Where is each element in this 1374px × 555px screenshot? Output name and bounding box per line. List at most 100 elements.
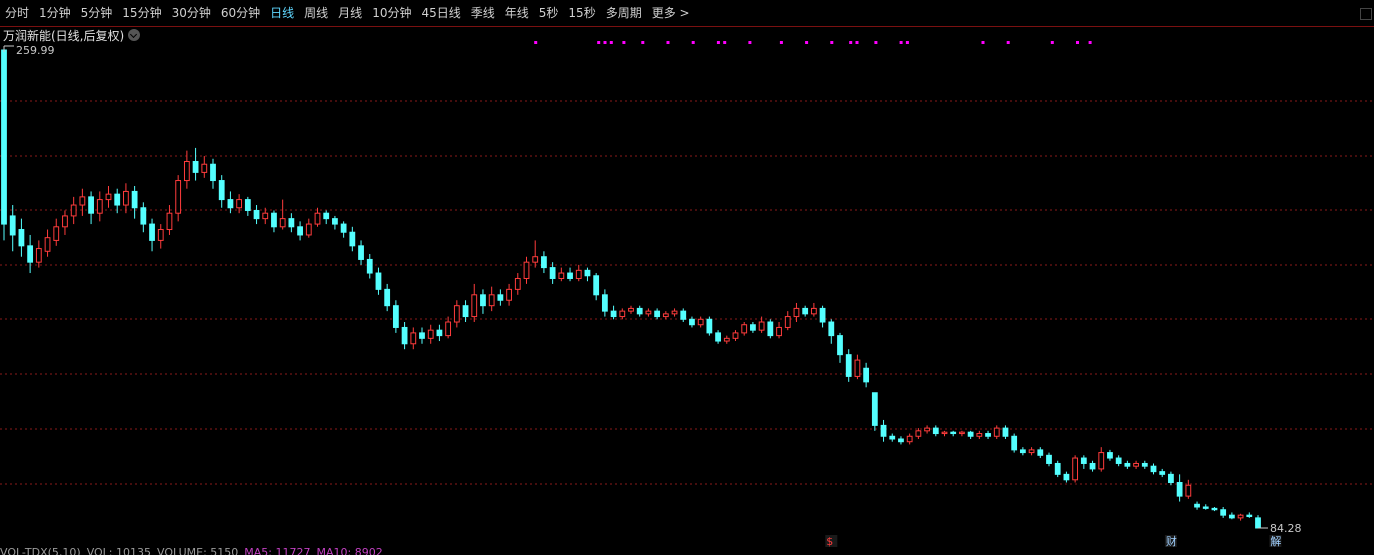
candle-body-36	[314, 212, 321, 225]
candle-body-46	[401, 326, 408, 345]
candle-body-95	[828, 321, 835, 337]
indicator-3: MA5: 11727	[244, 546, 311, 555]
candle-body-120	[1046, 454, 1052, 464]
candle-body-8	[70, 204, 77, 217]
candle-body-141	[1228, 514, 1235, 519]
signal-dot-14	[849, 41, 853, 44]
candlestick-chart[interactable]: 259.9984.28$ 财解	[0, 0, 1374, 555]
candle-body-65	[567, 272, 573, 279]
candle-body-85	[741, 324, 748, 334]
candle-body-144	[1255, 517, 1261, 529]
signal-dot-13	[830, 41, 834, 44]
candle-body-135	[1176, 482, 1183, 497]
signal-dot-7	[691, 41, 695, 44]
signal-dot-0	[534, 41, 538, 44]
candle-body-90	[784, 316, 791, 328]
candle-body-16	[140, 207, 147, 225]
candle-body-86	[750, 324, 756, 331]
candle-body-110	[959, 431, 965, 435]
candle-body-131	[1141, 462, 1148, 467]
candle-body-127	[1107, 452, 1113, 459]
candle-body-34	[297, 226, 303, 236]
candle-body-74	[645, 310, 652, 315]
candle-body-70	[610, 310, 617, 318]
candle-body-124	[1080, 457, 1087, 464]
signal-dot-8	[716, 41, 720, 44]
candle-body-133	[1159, 471, 1166, 475]
candle-body-7	[62, 215, 68, 228]
candle-body-20	[175, 180, 182, 214]
candle-body-6	[53, 226, 60, 241]
candle-body-51	[445, 321, 452, 337]
candle-body-114	[993, 427, 1000, 437]
candle-body-111	[967, 431, 974, 437]
candle-body-101	[880, 424, 887, 437]
indicator-1: VOL: 10135	[86, 546, 152, 555]
indicator-0: VOL-TDX(5,10)	[0, 546, 81, 555]
candle-body-81	[706, 318, 713, 334]
candle-body-79	[689, 318, 695, 326]
candle-body-31	[271, 212, 277, 228]
indicator-4: MA10: 8902	[316, 546, 383, 555]
candle-body-69	[601, 294, 608, 312]
candle-body-121	[1054, 462, 1061, 475]
signal-dot-2	[603, 41, 607, 44]
candle-body-93	[810, 307, 817, 315]
signal-dot-6	[666, 41, 670, 44]
candle-body-13	[114, 193, 121, 206]
candle-body-104	[906, 435, 913, 443]
candle-body-24	[210, 163, 216, 182]
candle-body-42	[366, 258, 373, 274]
candle-body-128	[1115, 457, 1122, 464]
candle-body-102	[889, 435, 896, 440]
signal-dot-10	[748, 41, 752, 44]
candle-body-40	[349, 231, 356, 247]
candle-body-63	[549, 267, 556, 279]
candle-body-28	[244, 199, 251, 211]
candle-body-12	[105, 193, 112, 201]
candle-body-118	[1028, 449, 1035, 454]
candle-body-27	[236, 199, 243, 209]
signal-dot-23	[1088, 41, 1092, 44]
signal-dot-9	[723, 41, 727, 44]
candle-body-43	[375, 272, 382, 290]
candle-body-4	[35, 248, 42, 263]
candle-body-56	[488, 294, 495, 307]
signal-dot-19	[981, 41, 985, 44]
candle-body-113	[985, 433, 991, 437]
candle-body-39	[340, 223, 347, 233]
candle-body-80	[697, 318, 704, 326]
candle-body-76	[662, 313, 669, 318]
candle-body-55	[480, 294, 486, 307]
candle-body-106	[924, 427, 930, 432]
candle-body-47	[410, 332, 417, 345]
signal-dot-15	[855, 41, 859, 44]
candle-body-45	[392, 305, 399, 328]
candle-body-30	[262, 212, 269, 220]
candle-body-89	[776, 326, 782, 337]
candle-body-84	[732, 332, 739, 339]
volume-indicator-row: VOL-TDX(5,10) VOL: 10135 VOLUME: 5150 MA5: …	[0, 546, 1374, 555]
candle-body-29	[253, 209, 260, 220]
candle-body-33	[288, 218, 295, 228]
candle-body-21	[183, 161, 190, 182]
candle-body-41	[358, 245, 364, 260]
candle-body-138	[1202, 506, 1209, 509]
candle-body-50	[436, 329, 443, 337]
candle-body-60	[523, 261, 530, 279]
signal-dot-5	[641, 41, 645, 44]
candle-body-10	[88, 196, 94, 214]
candle-body-96	[837, 335, 843, 356]
low-price-label: 84.28	[1270, 522, 1302, 535]
candle-body-83	[723, 337, 730, 342]
candle-body-57	[497, 294, 504, 301]
candle-body-103	[898, 438, 904, 443]
signal-dot-22	[1076, 41, 1079, 44]
candle-body-67	[584, 269, 591, 277]
candle-body-54	[471, 294, 478, 318]
indicator-2: VOLUME: 5150	[157, 546, 239, 555]
candle-body-107	[932, 427, 939, 435]
candle-body-134	[1168, 473, 1174, 484]
candle-body-117	[1019, 449, 1026, 454]
candle-body-5	[44, 237, 51, 252]
